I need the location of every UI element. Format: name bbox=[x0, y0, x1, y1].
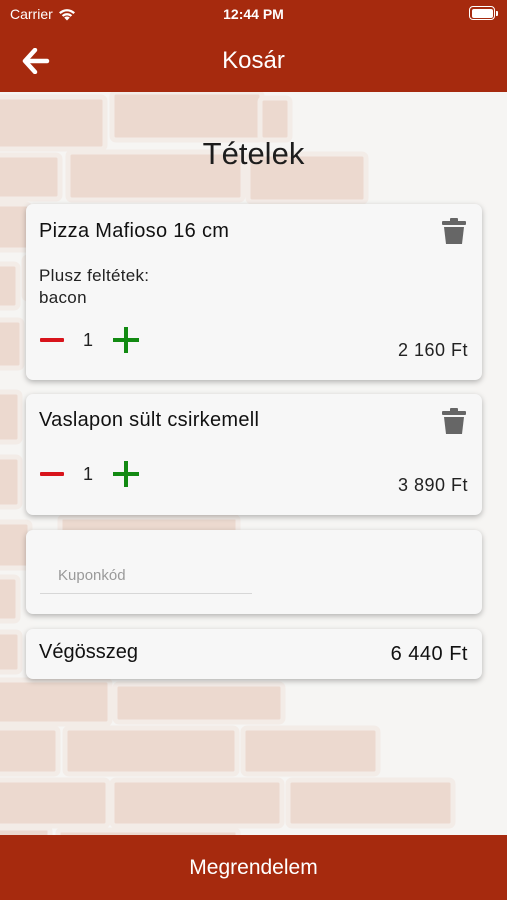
trash-icon bbox=[442, 408, 466, 434]
total-card: Végösszeg 6 440 Ft bbox=[26, 629, 482, 679]
delete-item-button[interactable] bbox=[442, 217, 466, 245]
quantity-value: 1 bbox=[82, 464, 93, 484]
item-name: Vaslapon sült csirkemell bbox=[39, 409, 260, 431]
item-price: 3 890 Ft bbox=[397, 475, 468, 495]
cart-item-card: Vaslapon sült csirkemell 1 3 890 Ft bbox=[26, 394, 482, 515]
page-title: Tételek bbox=[202, 136, 305, 171]
increase-quantity-button[interactable] bbox=[113, 327, 139, 353]
item-price: 2 160 Ft bbox=[397, 340, 468, 360]
trash-icon bbox=[442, 218, 466, 244]
total-value: 6 440 Ft bbox=[390, 643, 468, 665]
nav-title: Kosár bbox=[222, 47, 285, 74]
app-header: Carrier 12:44 PM Kosár bbox=[0, 0, 507, 92]
extras-label: Plusz feltétek: bbox=[39, 266, 150, 285]
decrease-quantity-button[interactable] bbox=[39, 464, 65, 484]
increase-quantity-button[interactable] bbox=[113, 461, 139, 487]
item-name: Pizza Mafioso 16 cm bbox=[39, 220, 230, 242]
coupon-code-input[interactable] bbox=[40, 558, 252, 594]
cart-item-card: Pizza Mafioso 16 cm Plusz feltétek: baco… bbox=[26, 204, 482, 380]
extras-value: bacon bbox=[39, 288, 87, 307]
total-label: Végösszeg bbox=[39, 641, 138, 663]
coupon-card bbox=[26, 530, 482, 614]
place-order-button[interactable]: Megrendelem bbox=[0, 835, 507, 900]
status-time: 12:44 PM bbox=[223, 6, 284, 22]
battery-icon bbox=[469, 6, 498, 20]
delete-item-button[interactable] bbox=[442, 407, 466, 435]
decrease-quantity-button[interactable] bbox=[39, 330, 65, 350]
status-bar: Carrier 12:44 PM bbox=[0, 0, 507, 28]
quantity-value: 1 bbox=[82, 330, 93, 350]
